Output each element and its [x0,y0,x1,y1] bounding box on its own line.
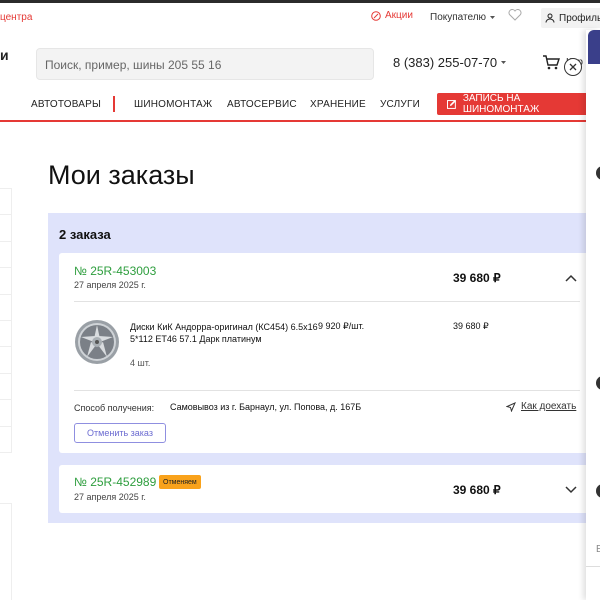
promo-link[interactable]: Акции [371,10,413,21]
nav-item-tire-service[interactable]: ШИНОМОНТАЖ [134,99,212,110]
chevron-down-icon[interactable] [564,485,578,495]
book-tire-service-button[interactable]: ЗАПИСЬ НА ШИНОМОНТАЖ [437,93,597,115]
close-icon [569,63,577,71]
panel-letter: E [596,544,600,555]
user-icon [545,13,555,23]
logo[interactable]: и [0,47,9,63]
left-sidebar-fragment [0,188,12,453]
page-root: центра Акции Покупателю Профиль и Поиск,… [0,0,600,600]
nav-item-autogoods[interactable]: АВТОТОВАРЫ [31,99,101,110]
promo-label: Акции [385,10,413,21]
order-number[interactable]: № 25R-452989 [74,475,156,489]
product-name[interactable]: Диски КиК Андорра-оригинал (КС454) 6.5x1… [130,321,320,345]
nav-divider [113,96,115,112]
buyer-menu[interactable]: Покупателю [430,12,496,23]
nav-item-car-service[interactable]: АВТОСЕРВИС [227,99,297,110]
buyer-label: Покупателю [430,12,487,23]
search-box[interactable] [36,48,374,80]
search-input[interactable] [45,58,365,72]
order-card: № 25R-453003 27 апреля 2025 г. 39 680 ₽ [59,253,589,453]
favorites-button[interactable] [508,9,522,24]
heart-icon [508,9,522,21]
book-button-label: ЗАПИСЬ НА ШИНОМОНТАЖ [462,93,540,115]
panel-marker [596,166,600,180]
logo-text: и [0,47,9,63]
product-unit-price: 9 920 ₽/шт. [318,321,365,331]
promo-percent-icon [371,10,381,21]
caret-down-icon [501,60,507,64]
right-side-panel: E [586,30,600,600]
orders-panel: 2 заказа № 25R-453003 27 апреля 2025 г. … [48,213,589,523]
order-date: 27 апреля 2025 г. [74,280,146,290]
route-link[interactable]: Как доехать [506,401,576,412]
phone-number: 8 (383) 255-07-70 [393,55,498,70]
header: и 8 (383) 255-07-70 Кор [0,30,600,90]
order-card: № 25R-452989 Отменяем 27 апреля 2025 г. … [59,465,589,513]
order-total: 39 680 ₽ [453,271,501,285]
nav-item-storage[interactable]: ХРАНЕНИЕ [310,99,366,110]
divider [74,301,580,302]
route-link-label: Как доехать [521,401,577,412]
nav-item-services[interactable]: УСЛУГИ [380,99,420,110]
cancel-order-button[interactable]: Отменить заказ [74,423,166,443]
order-total: 39 680 ₽ [453,483,501,497]
divider [74,390,580,391]
chevron-up-icon[interactable] [564,273,578,283]
profile-label: Профиль [559,12,600,24]
panel-header-fragment [588,30,600,64]
order-number[interactable]: № 25R-453003 [74,264,156,278]
panel-marker [596,376,600,390]
page-title: Мои заказы [48,160,195,190]
order-date: 27 апреля 2025 г. [74,492,146,502]
delivery-label: Способ получения: [74,403,155,413]
cart-icon [543,55,560,70]
delivery-value: Самовывоз из г. Барнаул, ул. Попова, д. … [170,402,362,412]
edit-icon [447,99,457,109]
profile-button[interactable]: Профиль [541,8,600,28]
navigation-arrow-icon [506,401,516,412]
top-bar: центра Акции Покупателю Профиль [0,0,600,30]
left-sidebar-fragment [0,503,12,600]
main-nav: АВТОТОВАРЫ ШИНОМОНТАЖ АВТОСЕРВИС ХРАНЕНИ… [0,90,600,122]
close-panel-button[interactable] [564,58,582,76]
panel-divider [586,566,600,567]
wheel-product-image[interactable] [74,319,120,365]
phone-menu[interactable]: 8 (383) 255-07-70 [393,55,507,70]
product-sum: 39 680 ₽ [453,321,489,331]
orders-count: 2 заказа [59,227,111,242]
panel-marker [596,484,600,498]
top-link-center[interactable]: центра [0,12,32,23]
caret-down-icon [490,15,496,19]
status-badge: Отменяем [159,475,201,489]
product-qty: 4 шт. [130,358,151,368]
